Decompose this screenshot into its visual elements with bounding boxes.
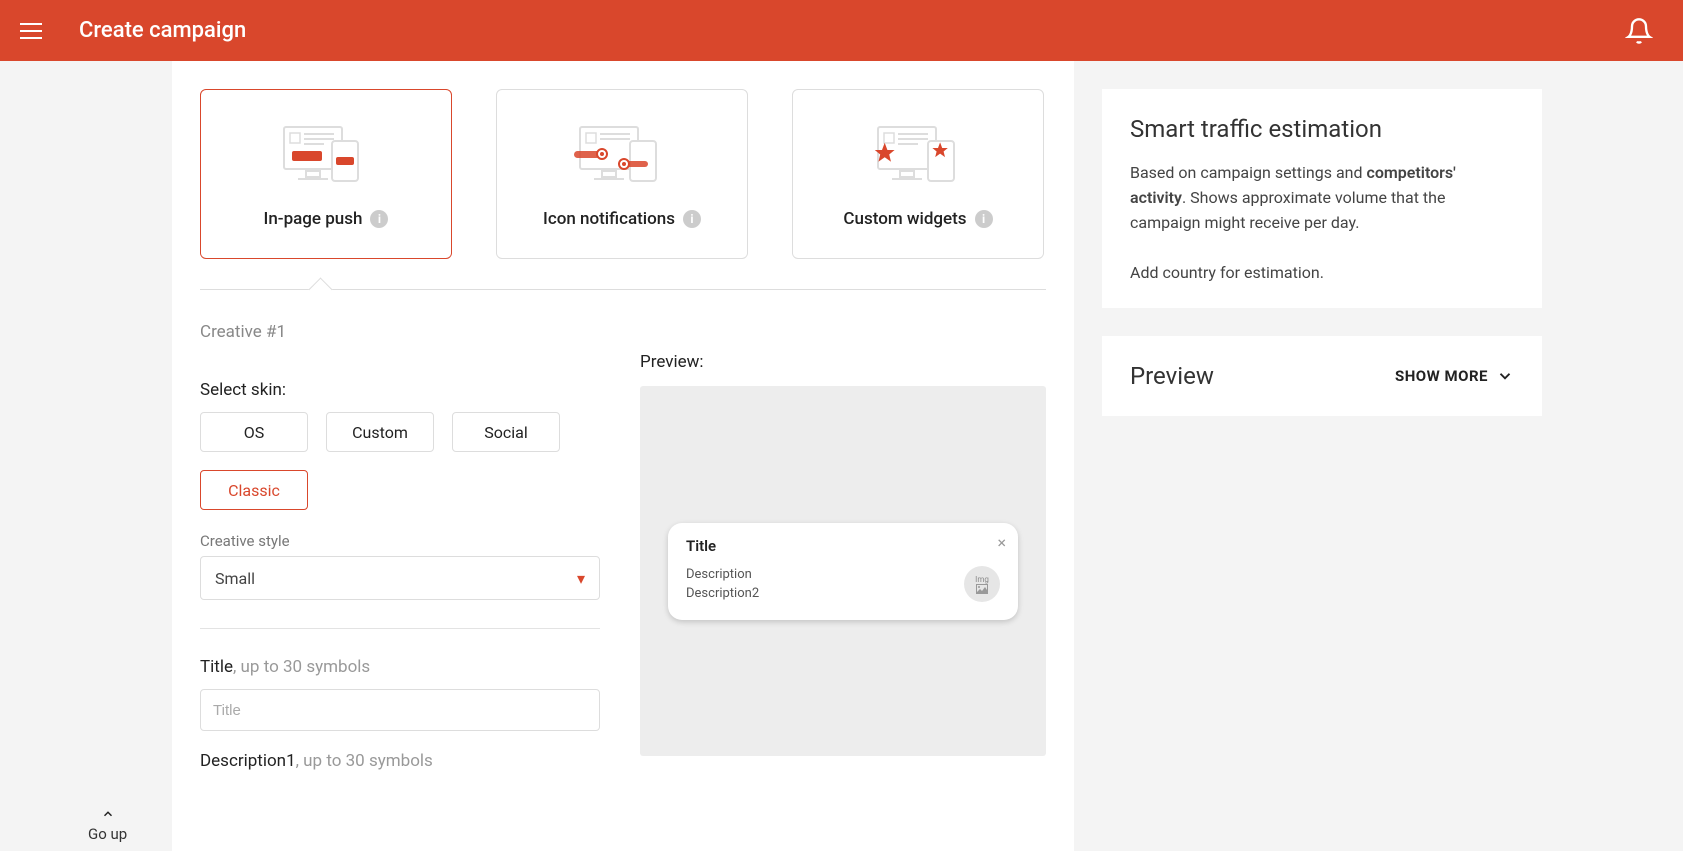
info-icon[interactable]: i bbox=[975, 210, 993, 228]
title-field-label: Title, up to 30 symbols bbox=[200, 657, 600, 677]
custom-widgets-illustration-icon bbox=[868, 119, 968, 187]
type-card-label: Icon notifications bbox=[543, 209, 675, 229]
info-icon[interactable]: i bbox=[370, 210, 388, 228]
select-skin-label: Select skin: bbox=[200, 380, 600, 400]
traffic-estimation-note: Add country for estimation. bbox=[1130, 263, 1514, 282]
campaign-type-row: In-page push i bbox=[200, 89, 1046, 259]
form-right: Preview: × Title Description Description… bbox=[640, 352, 1046, 783]
creative-style-value: Small bbox=[215, 569, 255, 588]
go-up-button[interactable]: Go up bbox=[88, 807, 127, 843]
desc1-field-label: Description1, up to 30 symbols bbox=[200, 751, 600, 771]
skin-btn-os[interactable]: OS bbox=[200, 412, 308, 452]
caret-down-icon: ▾ bbox=[577, 569, 585, 588]
desc1-field-label-text: Description1 bbox=[200, 751, 296, 771]
selection-connector bbox=[200, 289, 1046, 290]
creative-heading: Creative #1 bbox=[200, 322, 1046, 342]
type-card-label: Custom widgets bbox=[843, 209, 966, 229]
skin-buttons: OS Custom Social Classic bbox=[200, 412, 600, 510]
side-column: Smart traffic estimation Based on campai… bbox=[1102, 61, 1542, 851]
inpage-push-illustration-icon bbox=[276, 119, 376, 187]
page-title: Create campaign bbox=[79, 18, 246, 43]
chevron-up-icon bbox=[98, 807, 118, 825]
preview-label: Preview: bbox=[640, 352, 1046, 372]
skin-btn-label: Custom bbox=[352, 423, 408, 442]
type-card-in-page-push[interactable]: In-page push i bbox=[200, 89, 452, 259]
skin-btn-label: OS bbox=[244, 423, 265, 442]
skin-btn-label: Classic bbox=[228, 481, 280, 500]
skin-btn-custom[interactable]: Custom bbox=[326, 412, 434, 452]
show-more-button[interactable]: SHOW MORE bbox=[1395, 367, 1514, 385]
traffic-estimation-text: Based on campaign settings and competito… bbox=[1130, 161, 1514, 235]
chevron-down-icon bbox=[1496, 367, 1514, 385]
push-preview-card: × Title Description Description2 Img bbox=[668, 523, 1018, 620]
desc1-field-hint: , up to 30 symbols bbox=[296, 751, 433, 771]
skin-btn-label: Social bbox=[484, 423, 527, 442]
notification-bell-icon[interactable] bbox=[1625, 16, 1653, 50]
type-card-custom-widgets[interactable]: Custom widgets i bbox=[792, 89, 1044, 259]
preview-box: × Title Description Description2 Img bbox=[640, 386, 1046, 756]
traffic-estimation-title: Smart traffic estimation bbox=[1130, 115, 1514, 143]
title-field-hint: , up to 30 symbols bbox=[233, 657, 370, 677]
creative-style-label: Creative style bbox=[200, 532, 600, 550]
push-title: Title bbox=[686, 537, 1000, 555]
creative-style-select[interactable]: Small ▾ bbox=[200, 556, 600, 600]
traffic-estimation-panel: Smart traffic estimation Based on campai… bbox=[1102, 89, 1542, 308]
type-card-icon-notifications[interactable]: Icon notifications i bbox=[496, 89, 748, 259]
preview-panel: Preview SHOW MORE bbox=[1102, 336, 1542, 416]
skin-btn-social[interactable]: Social bbox=[452, 412, 560, 452]
title-field-label-text: Title bbox=[200, 657, 233, 677]
title-input[interactable] bbox=[200, 689, 600, 731]
divider bbox=[200, 628, 600, 629]
preview-title: Preview bbox=[1130, 362, 1214, 390]
app-header: Create campaign bbox=[0, 0, 1683, 61]
show-more-label: SHOW MORE bbox=[1395, 367, 1488, 385]
form-left: Select skin: OS Custom Social Classic Cr… bbox=[200, 352, 600, 783]
push-desc: Description Description2 bbox=[686, 565, 759, 604]
info-icon[interactable]: i bbox=[683, 210, 701, 228]
main-content: In-page push i bbox=[172, 61, 1074, 851]
push-desc-line1: Description bbox=[686, 565, 759, 585]
push-desc-line2: Description2 bbox=[686, 584, 759, 604]
close-icon[interactable]: × bbox=[997, 533, 1006, 552]
type-card-label: In-page push bbox=[264, 209, 363, 229]
menu-icon[interactable] bbox=[20, 19, 44, 43]
est-text-pre: Based on campaign settings and bbox=[1130, 163, 1367, 182]
go-up-label: Go up bbox=[88, 825, 127, 843]
icon-notifications-illustration-icon bbox=[568, 119, 676, 187]
skin-btn-classic[interactable]: Classic bbox=[200, 470, 308, 510]
push-img-label: Img bbox=[975, 575, 989, 584]
push-image-placeholder-icon: Img bbox=[964, 566, 1000, 602]
